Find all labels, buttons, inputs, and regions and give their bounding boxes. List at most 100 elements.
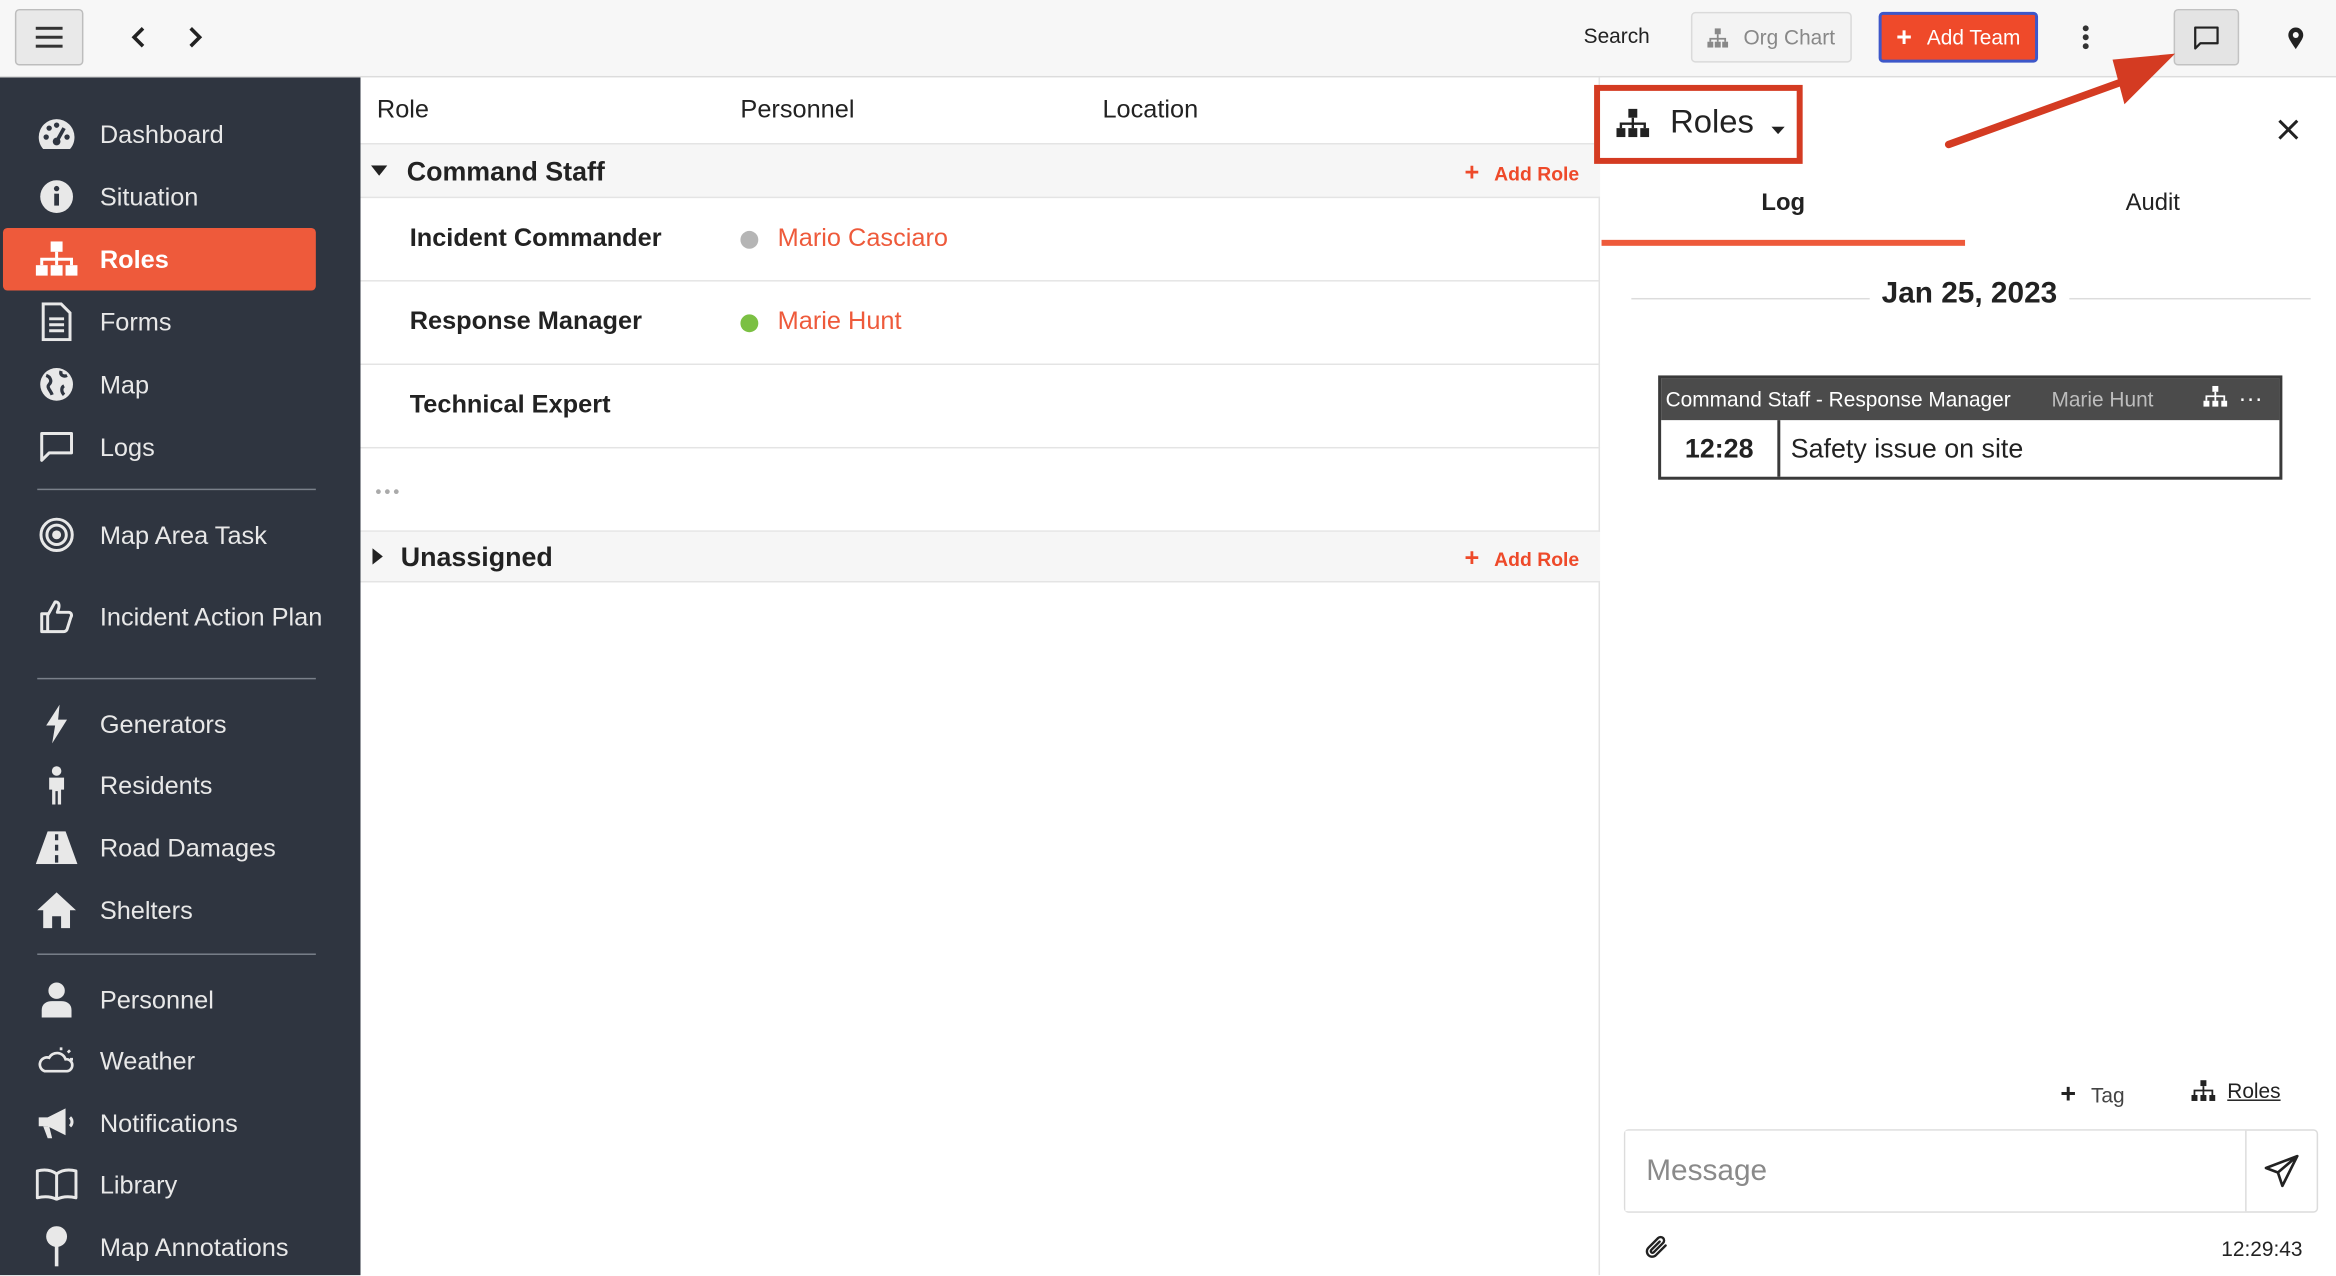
sidebar: Dashboard Situation Roles Forms Map Logs… <box>0 77 361 1276</box>
sidebar-item-label: Library <box>99 1170 178 1199</box>
role-name: Technical Expert <box>409 390 611 419</box>
add-tag-button[interactable]: + Tag <box>2060 1079 2124 1110</box>
sidebar-item-residents[interactable]: Residents <box>0 755 361 815</box>
sidebar-item-incident-action-plan[interactable]: Incident Action Plan <box>0 575 361 658</box>
org-chart-button[interactable]: Org Chart <box>1690 11 1852 63</box>
sidebar-item-dashboard[interactable]: Dashboard <box>0 104 361 164</box>
user-icon <box>36 979 78 1021</box>
location-button[interactable] <box>2279 18 2312 60</box>
group-title: Unassigned <box>400 542 553 573</box>
personnel-link[interactable]: Marie Hunt <box>778 307 902 337</box>
tab-log[interactable]: Log <box>1602 191 1966 218</box>
column-header-personnel[interactable]: Personnel <box>740 95 854 125</box>
plus-icon: + <box>1464 543 1480 573</box>
clock: 12:29:43 <box>2221 1236 2303 1261</box>
sidebar-item-label: Shelters <box>99 896 193 925</box>
sidebar-item-label: Residents <box>99 770 213 800</box>
plus-icon: + <box>1896 22 1912 53</box>
document-icon <box>36 301 78 343</box>
location-pin-icon <box>2288 27 2304 50</box>
caret-down-icon <box>1771 126 1785 135</box>
dashboard-icon <box>36 113 78 155</box>
status-dot <box>740 230 759 249</box>
caret-right-icon[interactable] <box>372 548 383 565</box>
sidebar-item-notifications[interactable]: Notifications <box>0 1094 361 1154</box>
log-panel: Roles Log Audit Jan 25, 2023 Command Sta… <box>1594 77 2336 1276</box>
ellipsis-icon[interactable] <box>375 477 402 495</box>
org-chart-label: Org Chart <box>1743 25 1836 50</box>
sidebar-item-logs[interactable]: Logs <box>0 417 361 477</box>
info-icon <box>36 176 78 218</box>
sidebar-item-label: Personnel <box>99 985 214 1014</box>
road-icon <box>35 827 78 869</box>
attach-button[interactable] <box>1643 1234 1670 1268</box>
sidebar-item-weather[interactable]: Weather <box>0 1031 361 1091</box>
send-button[interactable] <box>2245 1130 2317 1212</box>
chevron-left-icon <box>131 27 145 48</box>
sidebar-item-situation[interactable]: Situation <box>0 167 361 227</box>
sidebar-item-map[interactable]: Map <box>0 355 361 415</box>
sidebar-item-label: Logs <box>99 432 155 462</box>
sidebar-item-label: Incident Action Plan <box>99 602 323 631</box>
log-entry[interactable]: Command Staff - Response Manager Marie H… <box>1658 375 2283 480</box>
divider <box>360 446 1601 449</box>
sidebar-item-forms[interactable]: Forms <box>0 292 361 352</box>
caret-down-icon[interactable] <box>370 165 388 176</box>
tab-audit[interactable]: Audit <box>1971 191 2335 218</box>
target-icon <box>36 514 78 556</box>
sidebar-item-shelters[interactable]: Shelters <box>0 880 361 940</box>
role-name: Response Manager <box>409 306 642 336</box>
table-row[interactable]: Incident Commander Mario Casciaro <box>361 198 1601 280</box>
sidebar-item-label: Generators <box>99 709 227 739</box>
sidebar-item-label: Dashboard <box>99 119 224 149</box>
sidebar-item-label: Map <box>99 370 150 399</box>
search-link[interactable]: Search <box>1584 24 1650 48</box>
sidebar-item-road-damages[interactable]: Road Damages <box>0 818 361 878</box>
org-chart-icon <box>35 238 78 280</box>
weather-icon <box>36 1040 78 1082</box>
org-chart-icon <box>1616 108 1650 138</box>
close-icon <box>2278 119 2299 140</box>
plus-icon: + <box>2060 1078 2077 1109</box>
home-icon <box>36 889 78 931</box>
forward-button[interactable] <box>179 18 212 57</box>
bolt-icon <box>36 703 78 745</box>
sidebar-divider <box>37 677 316 680</box>
log-entry-header: Command Staff - Response Manager Marie H… <box>1661 378 2280 421</box>
sidebar-item-generators[interactable]: Generators <box>0 694 361 754</box>
close-button[interactable] <box>2278 104 2299 150</box>
org-chart-icon <box>2203 385 2228 407</box>
sidebar-item-roles[interactable]: Roles <box>2 227 316 291</box>
hamburger-menu-button[interactable] <box>14 8 84 66</box>
thumbs-up-icon <box>36 596 78 638</box>
log-entry-message: Safety issue on site <box>1790 433 2024 464</box>
send-icon <box>2263 1154 2298 1188</box>
sidebar-item-label: Map Annotations <box>99 1232 289 1262</box>
sidebar-item-label: Map Area Task <box>99 520 267 549</box>
personnel-link[interactable]: Mario Casciaro <box>778 223 948 253</box>
map-pin-icon <box>36 1226 78 1268</box>
group-row-command-staff[interactable]: Command Staff + Add Role <box>360 144 1601 197</box>
column-header-role[interactable]: Role <box>377 95 429 125</box>
sidebar-item-map-area-task[interactable]: Map Area Task <box>0 505 361 565</box>
message-input[interactable] <box>1625 1130 2246 1212</box>
add-role-button[interactable]: + Add Role <box>1464 158 1579 188</box>
back-button[interactable] <box>122 18 155 57</box>
table-row[interactable]: Response Manager Marie Hunt <box>361 282 1601 364</box>
roles-link[interactable]: Roles <box>2191 1079 2281 1102</box>
log-entry-more-button[interactable]: ... <box>2239 381 2263 408</box>
roles-dropdown[interactable]: Roles <box>1594 84 1803 164</box>
sidebar-item-personnel[interactable]: Personnel <box>0 970 361 1030</box>
add-role-button[interactable]: + Add Role <box>1464 544 1579 574</box>
status-dot <box>740 314 759 333</box>
sidebar-item-library[interactable]: Library <box>0 1155 361 1215</box>
sidebar-item-map-annotations[interactable]: Map Annotations <box>0 1217 361 1275</box>
active-tab-indicator <box>1601 239 1966 246</box>
sidebar-item-label: Notifications <box>99 1109 238 1138</box>
org-chart-icon <box>2191 1080 2216 1101</box>
role-name: Incident Commander <box>409 223 662 252</box>
paperclip-icon <box>1645 1235 1667 1258</box>
group-row-unassigned[interactable]: Unassigned + Add Role <box>360 531 1601 582</box>
column-header-location[interactable]: Location <box>1102 95 1198 125</box>
table-row[interactable]: Technical Expert <box>361 365 1601 447</box>
